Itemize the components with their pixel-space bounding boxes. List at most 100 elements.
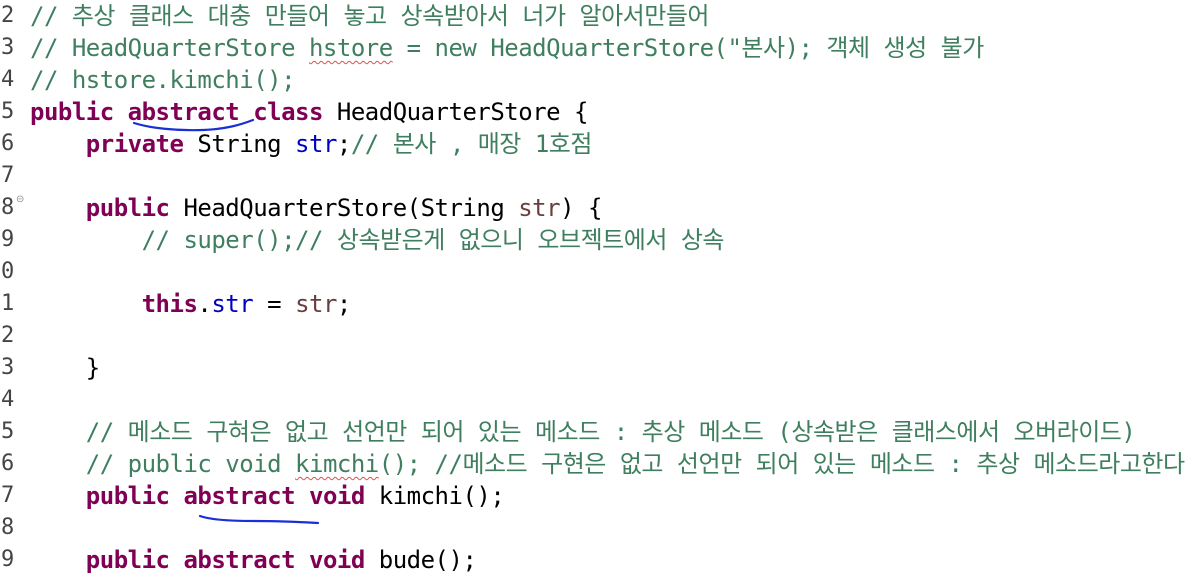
code-token-kw: public xyxy=(30,98,114,126)
code-token-plain: ) { xyxy=(560,194,602,222)
line-number: 6 xyxy=(1,131,15,156)
code-line[interactable]: 7 public abstract void kimchi(); xyxy=(0,480,1193,512)
code-line[interactable]: 8 xyxy=(0,512,1193,544)
line-number: 3 xyxy=(1,355,15,380)
code-line[interactable]: 3 // HeadQuarterStore hstore = new HeadQu… xyxy=(0,32,1193,64)
line-number: 1 xyxy=(1,291,15,316)
code-token-kw: abstract xyxy=(183,482,296,510)
code-text: // hstore.kimchi(); xyxy=(30,64,296,96)
line-number: 4 xyxy=(1,67,15,92)
line-number: 7 xyxy=(1,163,15,188)
code-token-comment: (); //메소드 구현은 없고 선언만 되어 있는 메소드 : 추상 메소드라… xyxy=(378,450,1185,478)
line-number: 4 xyxy=(1,387,15,412)
code-token-plain: kimchi(); xyxy=(364,482,505,510)
code-token-field: str xyxy=(295,130,337,158)
code-text: public HeadQuarterStore(String str) { xyxy=(30,192,603,224)
code-token-kw: private xyxy=(85,130,184,158)
code-token-comment: = new HeadQuarterStore("본사); 객체 생성 불가 xyxy=(392,34,985,62)
code-token-kw: public xyxy=(85,482,170,510)
code-line[interactable]: 3 } xyxy=(0,352,1193,384)
line-number: 6 xyxy=(1,451,15,476)
code-token-kw: public xyxy=(85,546,170,574)
collapse-minus-icon[interactable]: ⊝ xyxy=(16,195,24,205)
code-token-comment: // public void xyxy=(85,450,296,478)
code-line[interactable]: 6 // public void kimchi(); //메소드 구현은 없고 … xyxy=(0,448,1193,480)
code-token-plain: ; xyxy=(336,130,351,158)
code-token-plain: bude(); xyxy=(364,546,477,574)
code-line[interactable]: 5 public abstract class HeadQuarterStore … xyxy=(0,96,1193,128)
code-token-comment: // HeadQuarterStore xyxy=(30,34,309,62)
code-line[interactable]: 6 private String str;// 본사 , 매장 1호점 xyxy=(0,128,1193,160)
code-line[interactable]: 2 // 추상 클래스 대충 만들어 놓고 상속받아서 너가 알아서만들어 xyxy=(0,0,1193,32)
code-line[interactable]: 8 ⊝ public HeadQuarterStore(String str) { xyxy=(0,192,1193,224)
line-number: 5 xyxy=(1,99,15,124)
code-token-comment: // 추상 클래스 대충 만들어 놓고 상속받아서 너가 알아서만들어 xyxy=(30,2,710,30)
code-token-plain: ; xyxy=(336,290,351,318)
code-line[interactable]: 5 // 메소드 구혀은 없고 선언만 되어 있는 메소드 : 추상 메소드 (… xyxy=(0,416,1193,448)
code-text: // HeadQuarterStore hstore = new HeadQua… xyxy=(30,32,984,64)
code-line[interactable]: 1 this.str = str; xyxy=(0,288,1193,320)
code-text: // 메소드 구혀은 없고 선언만 되어 있는 메소드 : 추상 메소드 (상속… xyxy=(30,416,1136,448)
code-text: // 추상 클래스 대충 만들어 놓고 상속받아서 너가 알아서만들어 xyxy=(30,0,710,32)
code-token-kw: abstract xyxy=(183,546,296,574)
line-number: 7 xyxy=(1,483,15,508)
line-number: 8 xyxy=(1,515,15,540)
code-text: private String str;// 본사 , 매장 1호점 xyxy=(30,128,593,160)
code-token-comment: kimchi xyxy=(295,450,379,478)
code-token-comment: // 본사 , 매장 1호점 xyxy=(350,130,593,158)
code-line[interactable]: 4 xyxy=(0,384,1193,416)
line-number: 9 xyxy=(1,547,15,572)
code-text: } xyxy=(30,352,100,384)
line-number: 9 xyxy=(1,227,15,252)
code-token-kw: public xyxy=(85,194,170,222)
code-line[interactable]: 9 public abstract void bude(); xyxy=(0,544,1193,576)
code-token-comment: // 메소드 구혀은 없고 선언만 되어 있는 메소드 : 추상 메소드 (상속… xyxy=(85,418,1136,446)
code-token-kw: void xyxy=(309,482,365,510)
code-token-kw: void xyxy=(309,546,365,574)
code-token-plain: . xyxy=(197,290,212,318)
code-text: this.str = str; xyxy=(30,288,352,320)
code-token-param: str xyxy=(295,290,337,318)
code-token-kw: class xyxy=(253,98,323,126)
code-line[interactable]: 2 xyxy=(0,320,1193,352)
code-token-plain: HeadQuarterStore { xyxy=(322,98,589,126)
code-token-comment: hstore xyxy=(308,34,393,62)
code-token-kw: this xyxy=(141,290,198,318)
code-editor[interactable]: 2 // 추상 클래스 대충 만들어 놓고 상속받아서 너가 알아서만들어 3 // … xyxy=(0,0,1193,579)
line-number: 2 xyxy=(1,3,15,28)
code-token-kw: abstract xyxy=(127,98,240,126)
code-token-field: str xyxy=(211,290,254,318)
code-text: public abstract void kimchi(); xyxy=(30,480,505,512)
code-line[interactable]: 4 // hstore.kimchi(); xyxy=(0,64,1193,96)
code-line[interactable]: 7 xyxy=(0,160,1193,192)
line-number: 3 xyxy=(1,35,15,60)
line-number: 5 xyxy=(1,419,15,444)
code-text: public abstract void bude(); xyxy=(30,544,477,576)
code-token-comment: // hstore.kimchi(); xyxy=(30,66,296,94)
code-token-plain: HeadQuarterStore(String xyxy=(169,194,519,222)
code-text: // public void kimchi(); //메소드 구현은 없고 선언… xyxy=(30,448,1185,480)
line-number: 2 xyxy=(1,323,15,348)
line-number: 0 xyxy=(1,259,15,284)
code-token-plain: = xyxy=(253,290,296,318)
code-line[interactable]: 9 // super();// 상속받은게 없으니 오브젝트에서 상속 xyxy=(0,224,1193,256)
code-text: public abstract class HeadQuarterStore { xyxy=(30,96,589,128)
code-token-comment: // super();// 상속받은게 없으니 오브젝트에서 상속 xyxy=(141,226,725,254)
code-token-param: str xyxy=(518,194,561,222)
code-line[interactable]: 0 xyxy=(0,256,1193,288)
